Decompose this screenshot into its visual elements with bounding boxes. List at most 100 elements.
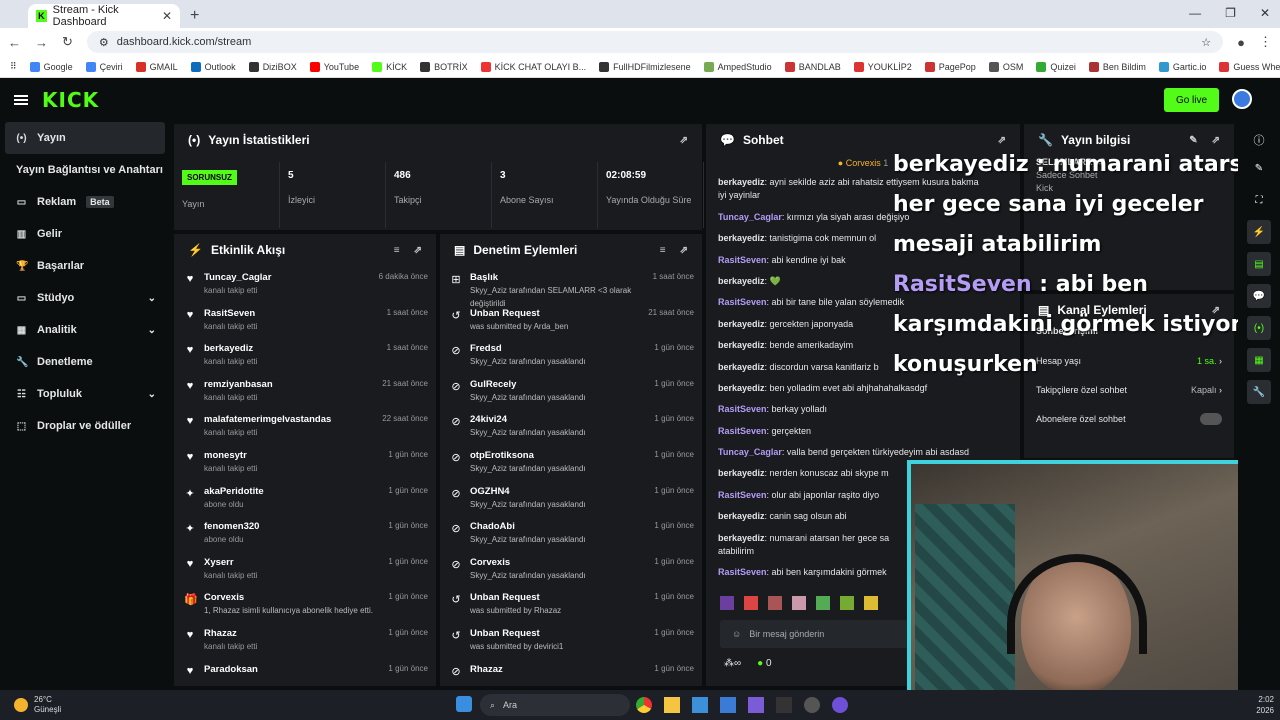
activity-row[interactable]: ✦ akaPeridotite abone oldu 1 gün önce (174, 480, 436, 516)
sidebar-item-7[interactable]: 🔧 Denetleme (0, 346, 170, 378)
emote-icon[interactable] (744, 596, 758, 610)
profile-icon[interactable]: ● (1237, 35, 1245, 50)
emote-icon[interactable] (768, 596, 782, 610)
chat-username[interactable]: RasitSeven (718, 426, 767, 436)
moderation-row[interactable]: ⊘ Fredsd Skyy_Aziz tarafından yasaklandı 1 … (440, 337, 702, 373)
broadcast-icon[interactable]: (•) (1247, 316, 1271, 340)
chat-username[interactable]: berkayediz (718, 319, 765, 329)
sidebar-item-3[interactable]: ▥ Gelir (0, 218, 170, 250)
activity-row[interactable]: ♥ monesytr kanalı takip etti 1 gün önce (174, 444, 436, 480)
weather-widget[interactable]: 26°C Güneşli (14, 695, 61, 715)
sidebar-item-0[interactable]: (•) Yayın (5, 122, 165, 154)
edit-icon[interactable]: ✎ (1189, 135, 1197, 146)
sidebar-item-6[interactable]: ▦ Analitik ⌄ (0, 314, 170, 346)
forward-icon[interactable]: → (35, 35, 48, 50)
popout-icon[interactable]: ⇗ (414, 245, 422, 256)
chevron-down-icon[interactable]: ⌄ (148, 325, 156, 336)
bookmark-item[interactable]: Ben Bildim (1088, 61, 1146, 72)
edit-icon[interactable]: ✎ (1247, 156, 1271, 180)
epic-icon[interactable] (776, 697, 792, 713)
chevron-down-icon[interactable]: ⌄ (148, 293, 156, 304)
popout-icon[interactable]: ⇗ (680, 135, 688, 146)
emote-icon[interactable] (792, 596, 806, 610)
chat-username[interactable]: RasitSeven (718, 490, 767, 500)
bolt-icon[interactable]: ⚡ (1247, 220, 1271, 244)
taskbar-search[interactable]: ⌕ Ara (480, 694, 630, 716)
sidebar-item-2[interactable]: ▭ Reklam Beta (0, 186, 170, 218)
sidebar-item-8[interactable]: ☷ Topluluk ⌄ (0, 378, 170, 410)
chat-icon[interactable]: 💬 (1247, 284, 1271, 308)
activity-row[interactable]: ✦ fenomen320 abone oldu 1 gün önce (174, 515, 436, 551)
bookmark-item[interactable]: KİCK CHAT OLAYI B... (480, 61, 586, 72)
emoji-icon[interactable]: ☺ (732, 629, 741, 639)
popout-icon[interactable]: ⇗ (1212, 135, 1220, 146)
sidebar-item-1[interactable]: Yayın Bağlantısı ve Anahtarı (0, 154, 170, 186)
chat-username[interactable]: berkayediz (718, 233, 765, 243)
url-field[interactable]: ⚙ dashboard.kick.com/stream ☆ (86, 31, 1224, 53)
bookmark-item[interactable]: PagePop (924, 61, 976, 72)
bookmark-item[interactable]: Google (29, 61, 73, 72)
moderation-row[interactable]: ⊘ ChadoAbi Skyy_Aziz tarafından yasaklandı… (440, 515, 702, 551)
emote-icon[interactable] (864, 596, 878, 610)
photos-icon[interactable] (692, 697, 708, 713)
bookmark-item[interactable]: AmpedStudio (703, 61, 772, 72)
site-info-icon[interactable]: ⚙ (99, 36, 109, 49)
document-icon[interactable]: ▤ (1247, 252, 1271, 276)
apps-icon[interactable]: ⠿ (10, 61, 17, 72)
minimize-icon[interactable]: — (1189, 6, 1201, 20)
info-icon[interactable]: ⓘ (1238, 132, 1280, 148)
channel-row[interactable]: Abonelere özel sohbet (1024, 404, 1234, 433)
chat-username[interactable]: berkayediz (718, 511, 765, 521)
moderation-row[interactable]: ⊞ Başlık Skyy_Aziz tarafından SELAMLARR <3… (440, 266, 702, 308)
chat-username[interactable]: berkayediz (718, 340, 765, 350)
bookmark-item[interactable]: GMAIL (135, 61, 178, 72)
browser-tab[interactable]: K Stream - Kick Dashboard ✕ (28, 4, 180, 28)
chat-username[interactable]: RasitSeven (718, 255, 767, 265)
chat-username[interactable]: berkayediz (718, 362, 765, 372)
activity-row[interactable]: ♥ berkayediz kanalı takip etti 1 saat önce (174, 337, 436, 373)
chat-username[interactable]: berkayediz (718, 383, 765, 393)
moderation-row[interactable]: ⊘ otpErotiksona Skyy_Aziz tarafından yasak… (440, 444, 702, 480)
activity-row[interactable]: ♥ malafatemerimgelvastandas kanalı takip e… (174, 408, 436, 444)
activity-row[interactable]: ♥ Rhazaz kanalı takip etti 1 gün önce (174, 622, 436, 658)
popout-icon[interactable]: ⇗ (680, 245, 688, 256)
filter-icon[interactable]: ≡ (394, 245, 400, 256)
explorer-icon[interactable] (664, 697, 680, 713)
filter-icon[interactable]: ≡ (660, 245, 666, 256)
sidebar-item-5[interactable]: ▭ Stüdyo ⌄ (0, 282, 170, 314)
moderation-row[interactable]: ⊘ Corvexis Skyy_Aziz tarafından yasaklandı… (440, 551, 702, 587)
toggle-switch[interactable] (1200, 412, 1222, 425)
back-icon[interactable]: ← (8, 35, 21, 50)
bookmark-item[interactable]: OSM (988, 61, 1023, 72)
chat-username[interactable]: berkayediz (718, 468, 765, 478)
app-icon[interactable] (832, 697, 848, 713)
go-live-button[interactable]: Go live (1164, 88, 1219, 112)
chat-username[interactable]: berkayediz (718, 177, 765, 187)
sidebar-item-9[interactable]: ⬚ Droplar ve ödüller (0, 410, 170, 442)
users-infinity-icon[interactable]: ⁂∞ (724, 658, 741, 669)
chat-username[interactable]: Tuncay_Caglar (718, 447, 782, 457)
activity-row[interactable]: ♥ Paradoksan 1 gün önce (174, 658, 436, 686)
reload-icon[interactable]: ↻ (62, 34, 73, 50)
moderation-row[interactable]: ⊘ GulRecely Skyy_Aziz tarafından yasakland… (440, 373, 702, 409)
app-icon[interactable] (748, 697, 764, 713)
bookmark-item[interactable]: Quizei (1036, 61, 1076, 72)
moderation-row[interactable]: ↺ Unban Request was submitted by Arda_ben 2… (440, 302, 702, 338)
list-icon[interactable]: ▦ (1247, 348, 1271, 372)
chat-username[interactable]: berkayediz (718, 533, 765, 543)
moderation-row[interactable]: ↺ Unban Request was submitted by devirici1… (440, 622, 702, 658)
chat-username[interactable]: RasitSeven (718, 567, 767, 577)
chrome-icon[interactable] (636, 697, 652, 713)
emote-icon[interactable] (720, 596, 734, 610)
windows-start-icon[interactable] (456, 696, 472, 712)
sidebar-item-4[interactable]: 🏆 Başarılar (0, 250, 170, 282)
popout-icon[interactable]: ⇗ (998, 135, 1006, 146)
bookmark-item[interactable]: KİCK (372, 61, 407, 72)
moderation-row[interactable]: ⊘ OGZHN4 Skyy_Aziz tarafından yasaklandı 1 … (440, 480, 702, 516)
teams-icon[interactable] (720, 697, 736, 713)
emote-icon[interactable] (816, 596, 830, 610)
bookmark-item[interactable]: BANDLAB (784, 61, 841, 72)
activity-row[interactable]: ♥ remziyanbasan kanalı takip etti 21 saat ö… (174, 373, 436, 409)
chat-username[interactable]: RasitSeven (718, 297, 767, 307)
chevron-right-icon[interactable]: › (1217, 385, 1222, 395)
